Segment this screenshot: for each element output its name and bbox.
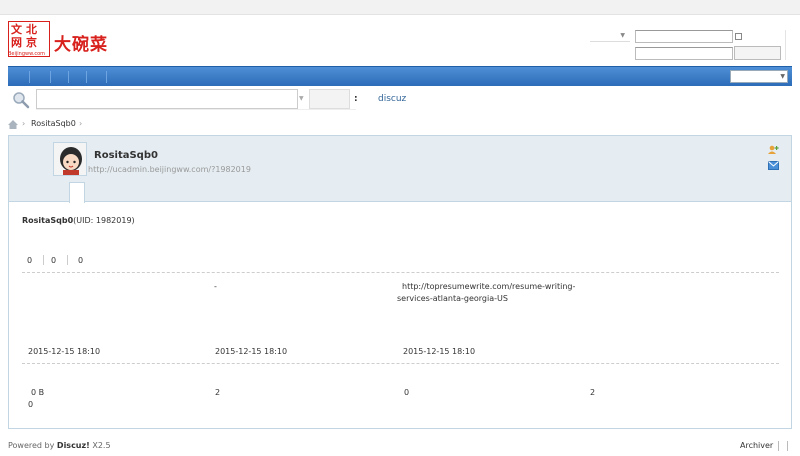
- logo-wordmark: 大碗菜: [54, 35, 108, 55]
- info-date: 2015-12-15 18:10: [28, 347, 101, 356]
- avatar[interactable]: [53, 142, 87, 176]
- breadcrumb-separator: ›: [79, 119, 83, 128]
- version: X2.5: [92, 441, 111, 450]
- profile-username: RositaSqb0: [94, 150, 158, 161]
- powered-by: Powered by Discuz! X2.5: [8, 441, 111, 450]
- add-friend-icon[interactable]: [768, 145, 779, 154]
- breadcrumb-separator: ›: [22, 119, 26, 128]
- top-toolbar: [0, 0, 800, 15]
- hot-keyword-link[interactable]: discuz: [378, 94, 406, 104]
- info-value: 2: [590, 388, 596, 397]
- profile-tab-active[interactable]: [69, 182, 85, 203]
- homepage-link[interactable]: http://topresumewrite.com/resume-writing…: [402, 281, 575, 293]
- divider: [43, 255, 44, 265]
- search-type-select[interactable]: ▼: [295, 89, 309, 109]
- stat-value: 0: [51, 256, 57, 265]
- nav-item[interactable]: [106, 71, 107, 83]
- homepage-link[interactable]: services-atlanta-georgia-US: [397, 293, 508, 305]
- login-type-select[interactable]: ▼: [590, 30, 630, 42]
- uid-username: RositaSqb0: [22, 216, 74, 225]
- info-value: -: [214, 282, 217, 291]
- chevron-down-icon: ▼: [299, 95, 304, 102]
- divider: [22, 363, 779, 364]
- info-value: 0: [404, 388, 410, 397]
- divider: [785, 30, 786, 60]
- message-icon[interactable]: [768, 161, 779, 170]
- divider: [778, 441, 779, 451]
- info-value: 2: [215, 388, 221, 397]
- info-date: 2015-12-15 18:10: [403, 347, 476, 356]
- login-button[interactable]: [734, 46, 781, 60]
- divider: [67, 255, 68, 265]
- space-url-link[interactable]: http://ucadmin.beijingww.com/?1982019: [88, 165, 251, 174]
- nav-item[interactable]: [86, 71, 87, 83]
- breadcrumb-user[interactable]: RositaSqb0: [31, 119, 76, 128]
- archiver-link[interactable]: Archiver: [740, 441, 773, 450]
- username-input[interactable]: [635, 30, 733, 43]
- site-logo[interactable]: 文 北 网 京 Beijingww.com 大碗菜: [8, 21, 128, 59]
- remember-me-checkbox[interactable]: [735, 33, 742, 40]
- logo-domain: Beijingww.com: [8, 51, 46, 57]
- main-nav: ▼: [8, 66, 792, 86]
- search-icon: [11, 91, 31, 109]
- nav-item[interactable]: [68, 71, 69, 83]
- brand-link[interactable]: Discuz!: [57, 441, 90, 450]
- home-icon[interactable]: [8, 120, 18, 129]
- nav-select[interactable]: ▼: [730, 70, 788, 83]
- divider: [22, 272, 779, 273]
- hot-label: :: [354, 94, 358, 104]
- uid-value: (UID: 1982019): [73, 216, 135, 225]
- chevron-down-icon: ▼: [620, 32, 625, 39]
- uid-line: RositaSqb0(UID: 1982019): [22, 216, 135, 225]
- profile-tab[interactable]: [57, 186, 69, 202]
- divider: [787, 441, 788, 451]
- divider: [36, 109, 356, 110]
- info-value: 0 B: [31, 388, 45, 397]
- info-date: 2015-12-15 18:10: [215, 347, 288, 356]
- stat-value: 0: [78, 256, 84, 265]
- search-button[interactable]: [309, 89, 350, 109]
- password-input[interactable]: [635, 47, 733, 60]
- chevron-down-icon: ▼: [780, 73, 785, 80]
- info-value: 0: [28, 400, 34, 409]
- nav-item[interactable]: [29, 71, 30, 83]
- nav-item[interactable]: [50, 71, 51, 83]
- stat-value: 0: [27, 256, 33, 265]
- search-input[interactable]: [36, 89, 298, 109]
